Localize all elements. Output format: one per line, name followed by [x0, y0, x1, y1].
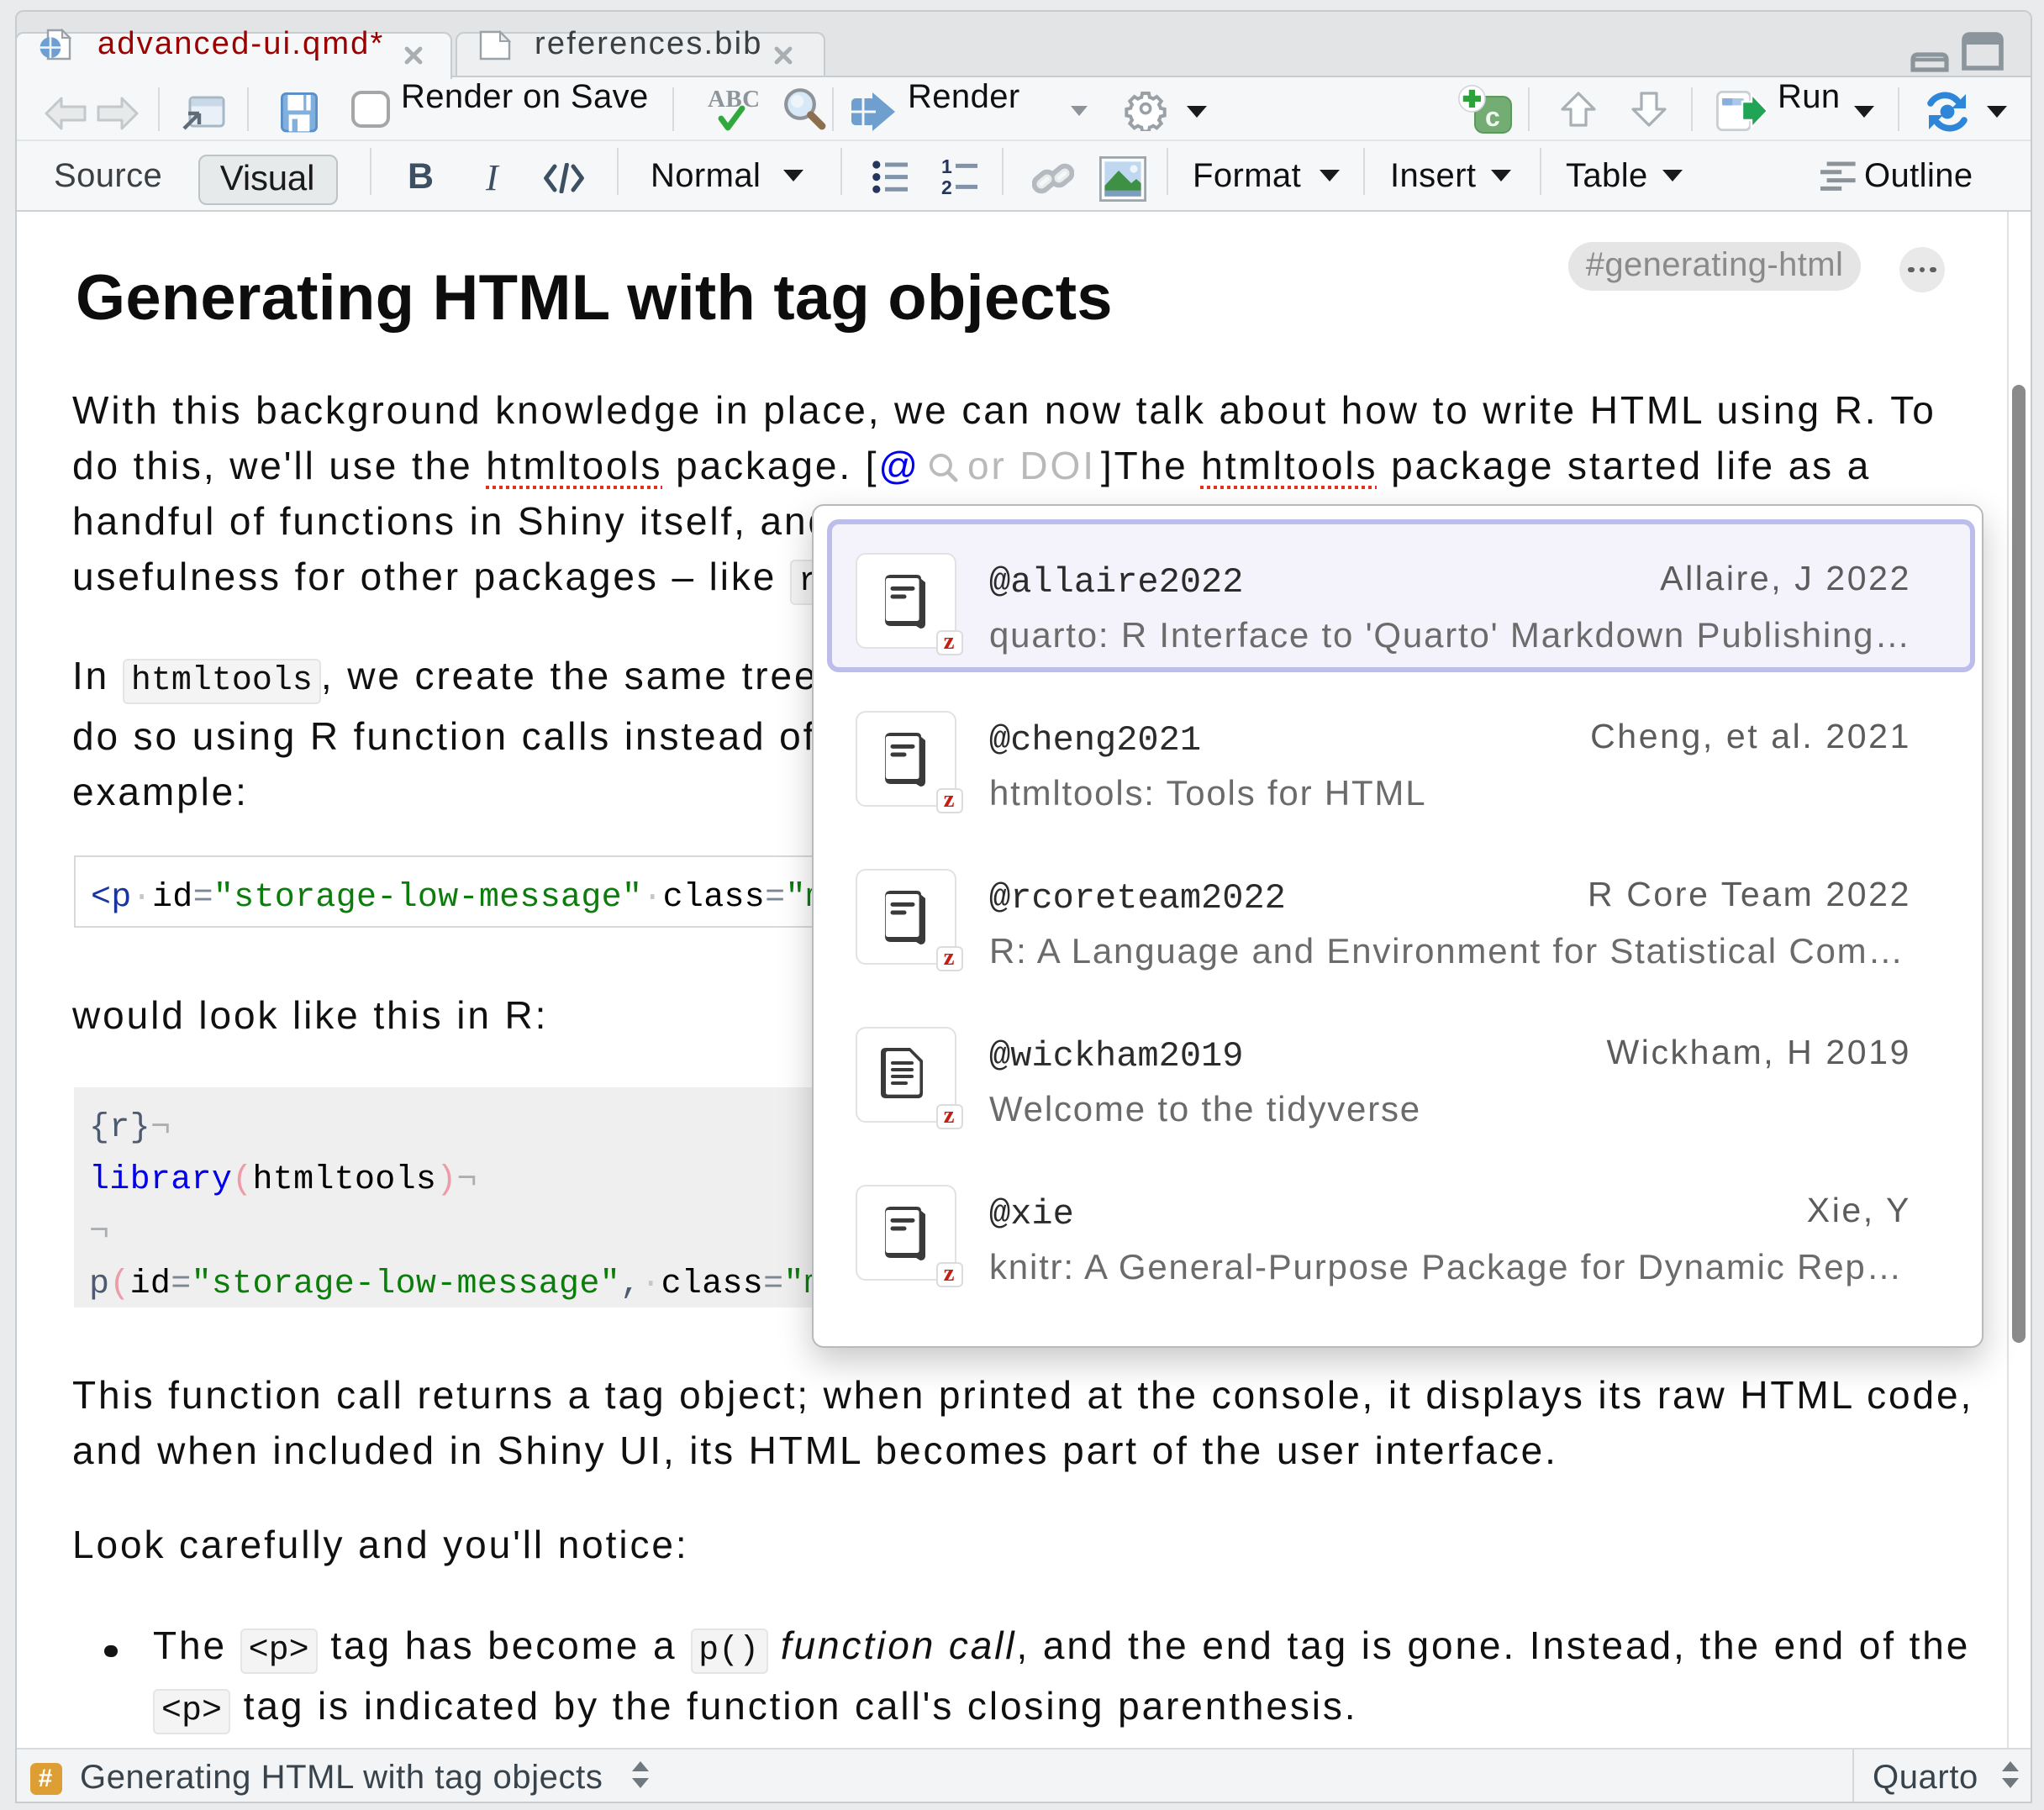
svg-text:ABC: ABC [708, 86, 760, 113]
svg-text:2: 2 [941, 176, 952, 197]
svg-text:1: 1 [941, 158, 952, 177]
svg-text:c: c [1485, 102, 1500, 132]
